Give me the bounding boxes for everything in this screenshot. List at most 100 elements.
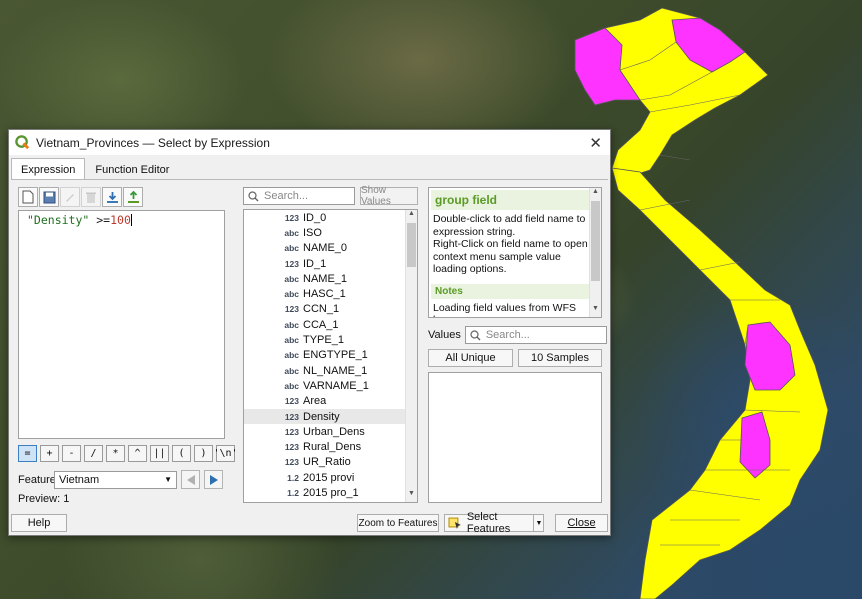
scroll-up-icon[interactable]: ▲ xyxy=(590,188,601,200)
field-name: HASC_1 xyxy=(303,288,346,301)
field-item[interactable]: abc ENGTYPE_1 xyxy=(244,348,417,363)
arrow-right-icon xyxy=(209,474,218,485)
search-icon xyxy=(248,190,259,201)
field-item[interactable]: 123 ID_0 xyxy=(244,210,417,225)
delete-icon[interactable] xyxy=(81,187,101,207)
select-features-button[interactable]: Select Features xyxy=(444,511,544,535)
operator-open-paren-button[interactable]: ( xyxy=(172,445,191,462)
operator-minus-button[interactable]: - xyxy=(62,445,81,462)
tab-function-editor[interactable]: Function Editor xyxy=(85,158,179,180)
close-button[interactable]: Close xyxy=(555,514,608,532)
save-icon[interactable] xyxy=(39,187,59,207)
field-item[interactable]: 123 Area xyxy=(244,394,417,409)
qgis-logo-icon xyxy=(15,135,30,150)
feature-combo[interactable]: Vietnam ▼ xyxy=(54,470,177,489)
export-icon[interactable] xyxy=(123,187,143,207)
tab-bar: Expression Function Editor xyxy=(11,158,179,180)
scroll-down-icon[interactable]: ▼ xyxy=(406,490,417,502)
field-item[interactable]: 123 ID_1 xyxy=(244,256,417,271)
field-item[interactable]: 123 CCN_1 xyxy=(244,302,417,317)
operator-divide-button[interactable]: / xyxy=(84,445,103,462)
tab-expression[interactable]: Expression xyxy=(11,158,86,180)
field-type-icon: abc xyxy=(284,380,299,391)
feature-combo-value: Vietnam xyxy=(59,473,100,486)
field-search-input[interactable]: Search... xyxy=(243,187,355,205)
operator-newline-button[interactable]: '\n' xyxy=(213,445,238,462)
field-item[interactable]: abc CCA_1 xyxy=(244,317,417,332)
operator-close-paren-button[interactable]: ) xyxy=(194,445,213,462)
field-list-scrollbar[interactable]: ▲ ▼ xyxy=(405,210,417,502)
help-button[interactable]: Help xyxy=(11,514,67,532)
field-type-icon: abc xyxy=(284,289,299,300)
operator-bar: = + - / * ^ || ( ) '\n' xyxy=(18,445,238,462)
field-item[interactable]: 123 UR_Ratio xyxy=(244,455,417,470)
field-item[interactable]: 123 Rural_Dens xyxy=(244,439,417,454)
field-name: CCA_1 xyxy=(303,318,339,331)
expression-toolbar xyxy=(18,187,143,207)
field-type-icon: 1.2 xyxy=(287,487,299,498)
field-item[interactable]: abc VARNAME_1 xyxy=(244,378,417,393)
operator-concat-button[interactable]: || xyxy=(150,445,169,462)
expression-value: 100 xyxy=(110,213,131,227)
expression-editor[interactable]: "Density" >=100 xyxy=(18,210,225,439)
field-item[interactable]: 1.2 2015 provi xyxy=(244,470,417,485)
operator-power-button[interactable]: ^ xyxy=(128,445,147,462)
preview-row: Preview: 1 xyxy=(18,493,69,505)
help-panel: group field Double-click to add field na… xyxy=(428,187,602,318)
field-item[interactable]: abc HASC_1 xyxy=(244,286,417,301)
field-name: 2015 pro_1 xyxy=(303,486,359,499)
field-list: 123 ID_0 abc ISO abc NAME_0 123 ID_1 abc NAME_1 ab… xyxy=(243,209,418,503)
field-item[interactable]: abc TYPE_1 xyxy=(244,332,417,347)
next-feature-button[interactable] xyxy=(204,470,223,489)
zoom-to-features-button[interactable]: Zoom to Features xyxy=(357,514,439,532)
all-unique-button[interactable]: All Unique xyxy=(428,349,513,367)
operator-equals-button[interactable]: = xyxy=(18,445,37,462)
text-caret xyxy=(130,214,132,226)
new-file-icon[interactable] xyxy=(18,187,38,207)
field-type-icon: 123 xyxy=(284,304,299,315)
field-item[interactable]: 123 Density xyxy=(244,408,417,425)
dialog-title: Vietnam_Provinces — Select by Expression xyxy=(36,135,270,150)
field-item[interactable]: 1.2 2015 pro_1 xyxy=(244,485,417,500)
field-name: ID_1 xyxy=(303,257,327,270)
preview-value: 1 xyxy=(63,493,70,505)
edit-icon[interactable] xyxy=(60,187,80,207)
feature-label: Feature xyxy=(18,473,56,486)
scrollbar-thumb[interactable] xyxy=(407,223,416,267)
field-type-icon: 123 xyxy=(284,212,299,223)
field-type-icon: 123 xyxy=(284,396,299,407)
help-title: group field xyxy=(431,190,589,210)
field-item[interactable]: abc NAME_1 xyxy=(244,271,417,286)
field-item[interactable]: 123 Urban_Dens xyxy=(244,424,417,439)
field-name: NAME_0 xyxy=(303,242,348,255)
field-name: Urban_Dens xyxy=(303,425,365,438)
field-name: TYPE_1 xyxy=(303,334,344,347)
close-icon[interactable]: ✕ xyxy=(589,134,602,152)
ten-samples-button[interactable]: 10 Samples xyxy=(518,349,602,367)
operator-multiply-button[interactable]: * xyxy=(106,445,125,462)
field-type-icon: 123 xyxy=(284,411,299,422)
scroll-down-icon[interactable]: ▼ xyxy=(590,305,601,317)
arrow-left-icon xyxy=(186,474,195,485)
field-name: ISO xyxy=(303,226,322,239)
field-item[interactable]: abc NL_NAME_1 xyxy=(244,363,417,378)
expression-operator: >= xyxy=(89,213,111,227)
operator-plus-button[interactable]: + xyxy=(40,445,59,462)
select-features-dropdown[interactable]: ▼ xyxy=(533,514,544,532)
field-item[interactable]: abc NAME_0 xyxy=(244,241,417,256)
values-search-input[interactable]: Search... xyxy=(464,326,607,344)
field-type-icon: abc xyxy=(284,273,299,284)
field-name: Density xyxy=(303,410,340,423)
import-icon[interactable] xyxy=(102,187,122,207)
scrollbar-thumb[interactable] xyxy=(591,201,600,281)
previous-feature-button[interactable] xyxy=(181,470,200,489)
show-values-button[interactable]: Show Values xyxy=(360,185,418,207)
field-name: 2015 provi xyxy=(303,471,355,484)
field-name: UR_Ratio xyxy=(303,456,351,469)
select-expression-icon xyxy=(448,517,461,529)
select-features-label: Select Features xyxy=(466,511,511,535)
values-list[interactable] xyxy=(428,372,602,503)
help-scrollbar[interactable]: ▲ ▼ xyxy=(589,188,601,317)
field-item[interactable]: abc ISO xyxy=(244,225,417,240)
scroll-up-icon[interactable]: ▲ xyxy=(406,210,417,222)
